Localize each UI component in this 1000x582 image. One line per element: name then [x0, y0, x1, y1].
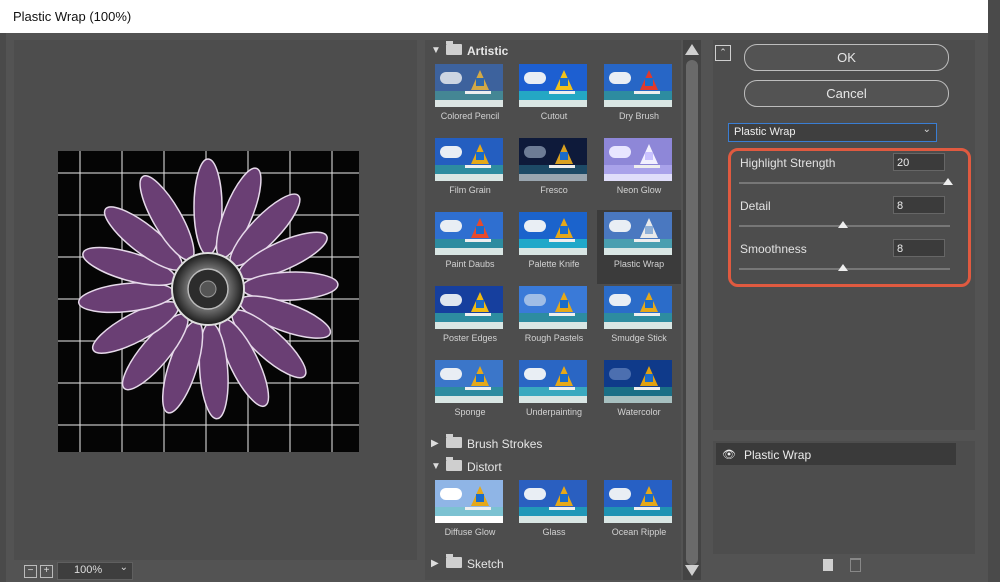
filter-ocean-ripple[interactable]: Ocean Ripple — [597, 478, 681, 552]
trash-icon[interactable] — [850, 558, 861, 572]
highlight-strength-slider[interactable] — [739, 182, 950, 184]
folder-icon — [446, 457, 462, 471]
scroll-down-arrow[interactable] — [685, 565, 699, 576]
highlight-strength-label: Highlight Strength — [740, 156, 836, 170]
smoothness-label: Smoothness — [740, 242, 807, 256]
filter-poster-edges[interactable]: Poster Edges — [428, 284, 512, 358]
thumbnail — [604, 286, 672, 329]
ok-button[interactable]: OK — [744, 44, 949, 71]
thumbnail — [519, 480, 587, 523]
thumbnail — [435, 360, 503, 403]
detail-input[interactable]: 8 — [893, 196, 945, 214]
thumbnail — [604, 64, 672, 107]
preview-image[interactable] — [58, 151, 359, 452]
filter-colored-pencil[interactable]: Colored Pencil — [428, 62, 512, 136]
thumbnail — [435, 64, 503, 107]
category-artistic[interactable]: ▼ Artistic — [425, 41, 681, 61]
right-edge — [988, 0, 1000, 582]
highlight-strength-input[interactable]: 20 — [893, 153, 945, 171]
triangle-down-icon: ▼ — [431, 461, 441, 472]
triangle-down-icon: ▼ — [431, 45, 441, 56]
thumbnail — [604, 138, 672, 181]
thumbnail — [435, 286, 503, 329]
category-sketch[interactable]: ▶ Sketch — [425, 554, 681, 574]
folder-icon — [446, 41, 462, 55]
left-edge — [0, 33, 6, 582]
eye-icon[interactable]: 👁 — [722, 448, 736, 461]
thumbnail — [519, 64, 587, 107]
zoom-select[interactable]: 100% ⌄ — [57, 562, 133, 580]
filter-film-grain[interactable]: Film Grain — [428, 136, 512, 210]
zoom-value: 100% — [74, 564, 103, 576]
folder-icon — [446, 434, 462, 448]
filter-sponge[interactable]: Sponge — [428, 358, 512, 432]
folder-icon — [446, 554, 462, 568]
collapse-gallery-button[interactable]: ⌃ — [715, 45, 731, 61]
category-distort[interactable]: ▼ Distort — [425, 457, 681, 477]
thumbnail — [435, 212, 503, 255]
detail-handle[interactable] — [838, 221, 848, 228]
thumbnail — [519, 212, 587, 255]
filter-rough-pastels[interactable]: Rough Pastels — [512, 284, 596, 358]
filter-palette-knife[interactable]: Palette Knife — [512, 210, 596, 284]
filter-underpainting[interactable]: Underpainting — [512, 358, 596, 432]
filter-cutout[interactable]: Cutout — [512, 62, 596, 136]
chevron-down-icon: ⌄ — [922, 124, 931, 135]
thumbnail — [519, 286, 587, 329]
triangle-right-icon: ▶ — [431, 558, 439, 569]
window-title: Plastic Wrap (100%) — [13, 9, 132, 24]
filter-dry-brush[interactable]: Dry Brush — [597, 62, 681, 136]
scroll-thumb[interactable] — [686, 60, 698, 565]
detail-label: Detail — [740, 199, 771, 213]
thumbnail — [604, 212, 672, 255]
smoothness-input[interactable]: 8 — [893, 239, 945, 257]
filter-smudge-stick[interactable]: Smudge Stick — [597, 284, 681, 358]
filter-neon-glow[interactable]: Neon Glow — [597, 136, 681, 210]
zoom-out-button[interactable]: − — [24, 565, 37, 578]
filter-select[interactable]: Plastic Wrap ⌄ — [728, 123, 937, 142]
category-brush-strokes[interactable]: ▶ Brush Strokes — [425, 434, 681, 454]
gallery-scrollbar[interactable] — [683, 40, 701, 580]
smoothness-handle[interactable] — [838, 264, 848, 271]
flower-image — [58, 151, 359, 452]
chevron-down-icon: ⌄ — [119, 562, 128, 573]
filter-fresco[interactable]: Fresco — [512, 136, 596, 210]
triangle-right-icon: ▶ — [431, 438, 439, 449]
chevron-up-icon: ⌃ — [719, 47, 727, 57]
thumbnail — [604, 360, 672, 403]
thumbnail — [435, 480, 503, 523]
cancel-button[interactable]: Cancel — [744, 80, 949, 107]
filter-diffuse-glow[interactable]: Diffuse Glow — [428, 478, 512, 552]
title-bar: Plastic Wrap (100%) — [0, 0, 989, 33]
thumbnail — [519, 138, 587, 181]
highlight-strength-handle[interactable] — [943, 178, 953, 185]
filter-plastic-wrap[interactable]: Plastic Wrap — [597, 210, 681, 284]
filter-paint-daubs[interactable]: Paint Daubs — [428, 210, 512, 284]
thumbnail — [604, 480, 672, 523]
effect-layer-row[interactable]: 👁 Plastic Wrap — [716, 443, 956, 465]
filter-watercolor[interactable]: Watercolor — [597, 358, 681, 432]
scroll-up-arrow[interactable] — [685, 44, 699, 55]
zoom-in-button[interactable]: + — [40, 565, 53, 578]
thumbnail — [435, 138, 503, 181]
thumbnail — [519, 360, 587, 403]
filter-glass[interactable]: Glass — [512, 478, 596, 552]
new-layer-icon[interactable] — [823, 559, 833, 571]
